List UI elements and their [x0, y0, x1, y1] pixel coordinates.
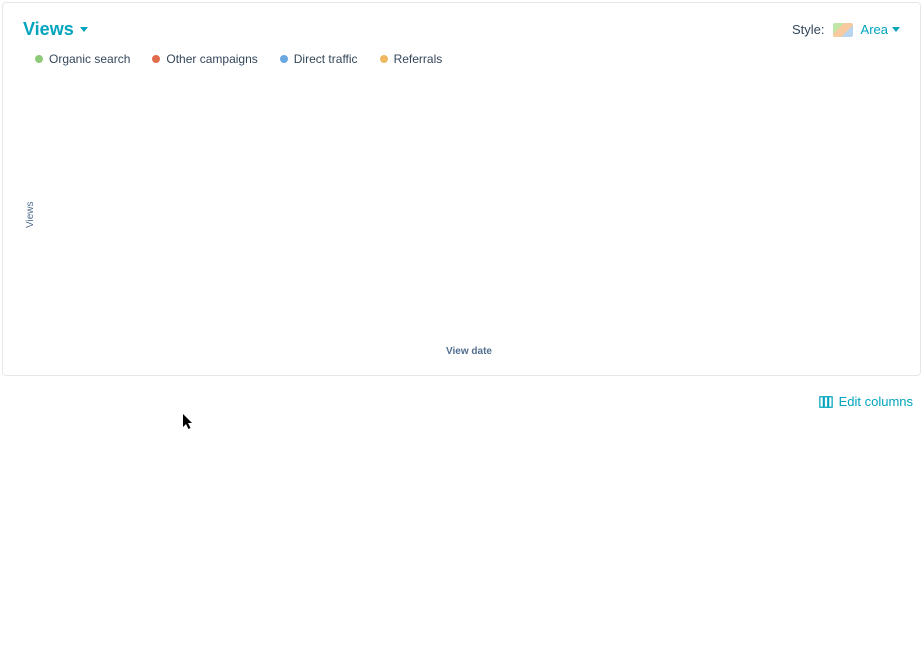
edit-columns-button[interactable]: Edit columns: [819, 394, 913, 409]
legend-dot-icon: [152, 55, 160, 63]
edit-columns-label: Edit columns: [839, 394, 913, 409]
y-axis-label: Views: [23, 72, 38, 357]
chevron-down-icon: [892, 27, 900, 32]
legend-label: Organic search: [49, 52, 130, 66]
table-actions: Edit columns: [0, 394, 923, 417]
area-style-icon: [833, 23, 853, 37]
metric-dropdown[interactable]: Views: [23, 19, 88, 40]
legend-item[interactable]: Other campaigns: [152, 52, 257, 66]
style-picker: Style: Area: [792, 22, 900, 37]
legend-label: Other campaigns: [166, 52, 257, 66]
chart-legend: Organic search Other campaigns Direct traf…: [23, 52, 900, 66]
metric-label: Views: [23, 19, 74, 40]
legend-dot-icon: [380, 55, 388, 63]
chart-panel: Views Style: Area Organic search Other ca…: [2, 2, 921, 376]
legend-item[interactable]: Organic search: [35, 52, 130, 66]
chevron-down-icon: [80, 27, 88, 32]
panel-header: Views Style: Area: [23, 19, 900, 40]
legend-item[interactable]: Direct traffic: [280, 52, 358, 66]
legend-label: Direct traffic: [294, 52, 358, 66]
style-value: Area: [861, 22, 888, 37]
style-dropdown[interactable]: Area: [861, 22, 900, 37]
area-chart: [38, 72, 868, 342]
columns-icon: [819, 395, 833, 409]
style-label: Style:: [792, 22, 825, 37]
chart-area: Views View date: [23, 72, 900, 357]
legend-dot-icon: [35, 55, 43, 63]
legend-dot-icon: [280, 55, 288, 63]
x-axis-label: View date: [38, 346, 900, 357]
legend-label: Referrals: [394, 52, 443, 66]
legend-item[interactable]: Referrals: [380, 52, 443, 66]
